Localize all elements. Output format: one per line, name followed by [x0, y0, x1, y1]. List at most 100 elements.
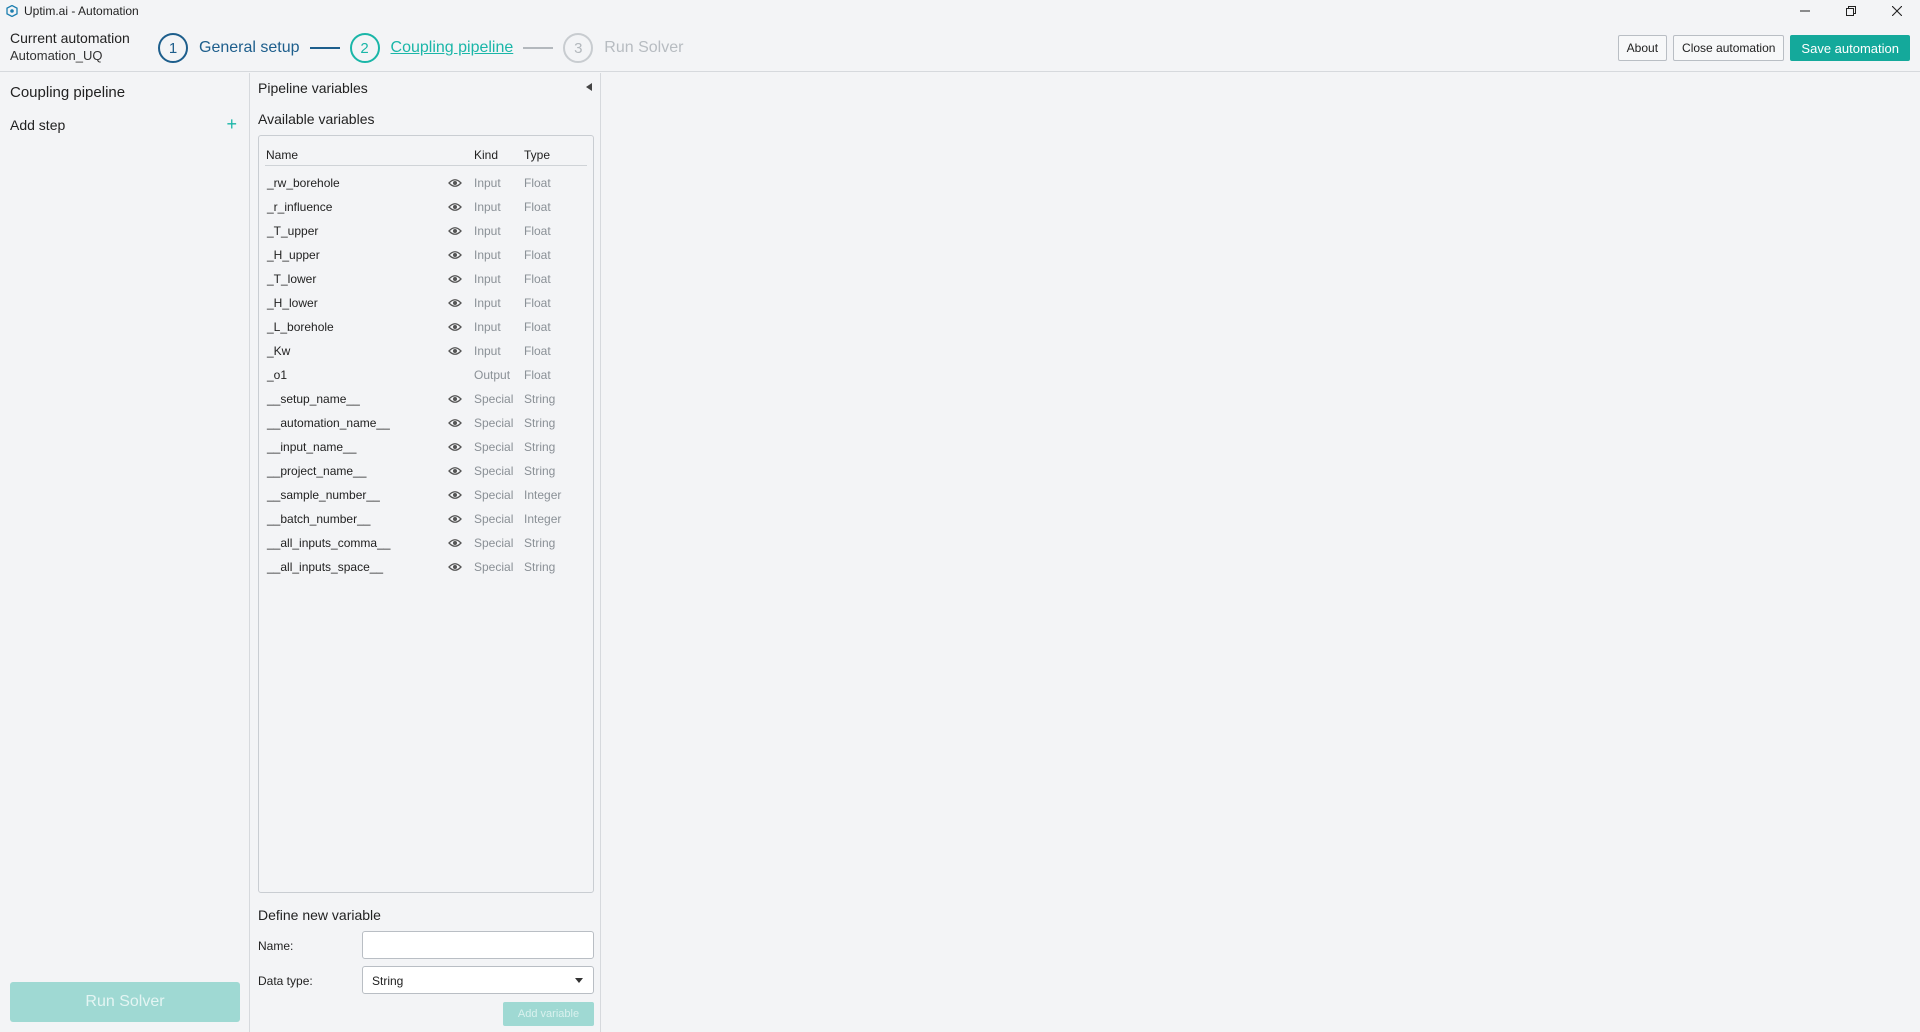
variable-name: _T_lower: [267, 272, 317, 286]
variable-name: __all_inputs_space__: [267, 560, 384, 574]
eye-icon[interactable]: [448, 249, 464, 261]
eye-icon[interactable]: [448, 441, 464, 453]
app-header: Current automation Automation_UQ 1 Gener…: [0, 22, 1920, 72]
run-solver-button[interactable]: Run Solver: [10, 982, 240, 1022]
variable-type: String: [524, 464, 556, 478]
variable-kind: Input: [474, 320, 501, 334]
variable-name-input[interactable]: [362, 931, 594, 959]
sidebar-title: Coupling pipeline: [10, 84, 126, 101]
restore-icon[interactable]: [1828, 0, 1874, 22]
variable-kind: Special: [474, 416, 514, 430]
variable-name: __input_name__: [267, 440, 357, 454]
eye-icon[interactable]: [448, 465, 464, 477]
collapse-panel-icon[interactable]: [586, 83, 592, 91]
step-connector: [309, 47, 340, 49]
variables-table: Name Kind Type _rw_borehole Input Float _r_…: [258, 135, 594, 893]
step-3-circle: 3: [563, 33, 594, 63]
eye-icon[interactable]: [448, 177, 464, 189]
eye-icon[interactable]: [448, 417, 464, 429]
column-header-name[interactable]: Name: [266, 148, 298, 162]
eye-icon[interactable]: [448, 201, 464, 213]
minimize-icon[interactable]: [1782, 0, 1828, 22]
step-2-circle[interactable]: 2: [349, 33, 380, 63]
add-variable-button[interactable]: Add variable: [503, 1002, 594, 1026]
close-window-icon[interactable]: [1874, 0, 1920, 22]
eye-icon[interactable]: [448, 537, 464, 549]
eye-icon[interactable]: [448, 489, 464, 501]
variable-kind: Special: [474, 464, 514, 478]
table-row[interactable]: __input_name__ Special String: [265, 435, 587, 459]
variable-type: String: [524, 392, 556, 406]
variable-type: Float: [524, 272, 551, 286]
column-header-kind[interactable]: Kind: [474, 148, 498, 162]
variable-type: String: [524, 416, 556, 430]
variable-kind: Input: [474, 176, 501, 190]
table-row[interactable]: __setup_name__ Special String: [265, 387, 587, 411]
available-variables-title: Available variables: [258, 111, 375, 127]
step-run-solver: Run Solver: [604, 39, 684, 56]
variable-type: Float: [524, 320, 551, 334]
step-general-setup[interactable]: General setup: [199, 39, 300, 57]
variable-name: __sample_number__: [267, 488, 380, 502]
eye-icon[interactable]: [448, 513, 464, 525]
variable-kind: Output: [474, 368, 511, 382]
eye-icon[interactable]: [448, 393, 464, 405]
variable-name: _L_borehole: [267, 320, 334, 334]
step-1-circle[interactable]: 1: [158, 33, 188, 63]
eye-icon[interactable]: [448, 273, 464, 285]
variable-type: Integer: [524, 488, 562, 502]
table-row[interactable]: _rw_borehole Input Float: [265, 171, 587, 195]
table-row[interactable]: __all_inputs_comma__ Special String: [265, 531, 587, 555]
variable-kind: Input: [474, 272, 501, 286]
table-row[interactable]: _T_upper Input Float: [265, 219, 587, 243]
current-automation-label: Current automation: [10, 30, 130, 46]
table-row[interactable]: _o1 Output Float: [265, 363, 587, 387]
variable-name: _o1: [267, 368, 288, 382]
table-row[interactable]: _Kw Input Float: [265, 339, 587, 363]
variable-type: Float: [524, 368, 551, 382]
table-row[interactable]: __automation_name__ Special String: [265, 411, 587, 435]
variable-kind: Special: [474, 488, 514, 502]
eye-icon[interactable]: [448, 561, 464, 573]
add-step-plus-icon[interactable]: +: [226, 115, 237, 133]
table-row[interactable]: _H_lower Input Float: [265, 291, 587, 315]
variable-type: String: [524, 440, 556, 454]
table-row[interactable]: _r_influence Input Float: [265, 195, 587, 219]
save-automation-button[interactable]: Save automation: [1790, 35, 1910, 61]
header-actions: About Close automation Save automation: [1617, 35, 1910, 61]
eye-icon[interactable]: [448, 321, 464, 333]
variable-type: String: [524, 560, 556, 574]
step-coupling-pipeline[interactable]: Coupling pipeline: [391, 39, 514, 57]
variable-type: Float: [524, 224, 551, 238]
app-logo-icon: [5, 4, 19, 18]
variable-kind: Special: [474, 512, 514, 526]
variable-name: __project_name__: [267, 464, 367, 478]
about-button[interactable]: About: [1617, 35, 1668, 61]
variable-name: _rw_borehole: [267, 176, 340, 190]
current-automation-name: Automation_UQ: [10, 48, 103, 63]
window-title: Uptim.ai - Automation: [24, 4, 139, 18]
table-row[interactable]: _L_borehole Input Float: [265, 315, 587, 339]
define-variable-title: Define new variable: [258, 907, 381, 923]
table-row[interactable]: _T_lower Input Float: [265, 267, 587, 291]
variable-name: _T_upper: [267, 224, 319, 238]
table-row[interactable]: __all_inputs_space__ Special String: [265, 555, 587, 579]
panel-title: Pipeline variables: [258, 80, 368, 96]
table-row[interactable]: __project_name__ Special String: [265, 459, 587, 483]
table-row[interactable]: _H_upper Input Float: [265, 243, 587, 267]
variable-type: String: [524, 536, 556, 550]
table-row[interactable]: __batch_number__ Special Integer: [265, 507, 587, 531]
variable-kind: Input: [474, 200, 501, 214]
variable-name: _H_lower: [267, 296, 318, 310]
data-type-select[interactable]: String: [362, 966, 594, 994]
pipeline-canvas: [602, 73, 1920, 1032]
table-row[interactable]: __sample_number__ Special Integer: [265, 483, 587, 507]
pipeline-variables-panel: Pipeline variables Available variables N…: [251, 73, 601, 1032]
eye-icon[interactable]: [448, 297, 464, 309]
column-header-type[interactable]: Type: [524, 148, 550, 162]
eye-icon[interactable]: [448, 345, 464, 357]
variable-kind: Special: [474, 536, 514, 550]
eye-icon[interactable]: [448, 225, 464, 237]
close-automation-button[interactable]: Close automation: [1673, 35, 1785, 61]
add-step-label: Add step: [10, 117, 66, 133]
